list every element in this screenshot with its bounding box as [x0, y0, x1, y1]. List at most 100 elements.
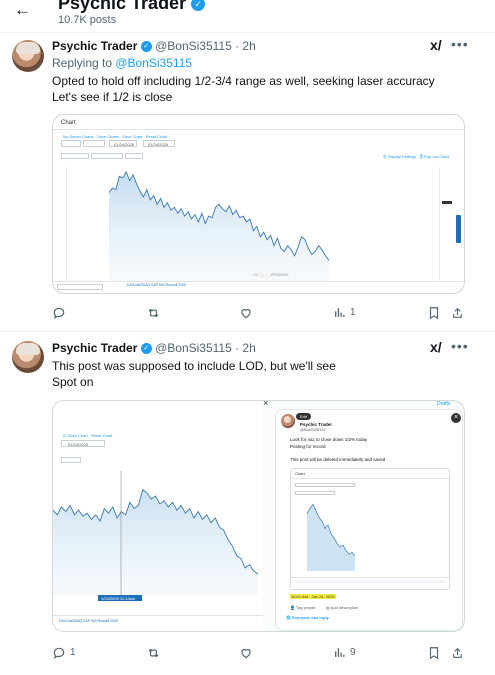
more-options-icon[interactable]: •••: [451, 36, 469, 52]
verified-badge-icon: ✓: [140, 343, 152, 355]
add-description-label: Add description: [330, 605, 359, 610]
display-settings-link[interactable]: ⚙ Display Settings ⎘ Pop-out Chart: [383, 154, 449, 159]
index-ticker: DJIA NASDAQ S&P 500 Russell 2000: [127, 283, 187, 287]
more-options-icon[interactable]: •••: [451, 338, 469, 354]
share-icon: [453, 307, 462, 318]
side-tab[interactable]: [456, 215, 461, 243]
header-divider: [0, 32, 495, 33]
reply-icon: [53, 647, 65, 659]
repost-icon: [148, 648, 159, 658]
reply-button[interactable]: 1: [52, 645, 76, 660]
left-chart-panel: ☑ Save Chart Reset Chart 01/24/2025 1/24…: [53, 401, 263, 631]
interval-select[interactable]: [61, 140, 81, 147]
back-arrow-icon[interactable]: ←: [14, 1, 31, 18]
inner-price-chart: [306, 503, 356, 571]
share-button[interactable]: [451, 645, 464, 660]
reply-icon: [53, 307, 65, 319]
inner-ticker-divider: [291, 577, 451, 578]
drafts-link[interactable]: Drafts: [437, 401, 450, 407]
tweet-divider: [0, 331, 495, 332]
reply-button[interactable]: [52, 305, 70, 320]
comparisons-button[interactable]: [91, 153, 123, 159]
price-area-fill: [109, 171, 329, 281]
grok-icon[interactable]: x/: [430, 37, 442, 53]
author-handle-time[interactable]: @BonSi35115 · 2h: [155, 39, 256, 53]
everyone-reply[interactable]: 🌐 Everyone can reply: [286, 615, 329, 620]
bookmark-button[interactable]: [428, 305, 440, 320]
toolbar-links[interactable]: My Saved Charts Save Charts Save Chart R…: [63, 134, 167, 139]
repost-button[interactable]: [146, 305, 165, 320]
price-area-fill: [53, 489, 258, 596]
compose-modal[interactable]: Edit × Psychic Trader @BonSi35115 Look f…: [275, 409, 463, 631]
events-button[interactable]: [125, 153, 143, 159]
replying-to: Replying to @BonSi35115: [52, 56, 192, 70]
add-description[interactable]: ▤ Add description: [326, 605, 358, 610]
analytics-icon: [335, 648, 345, 658]
close-icon[interactable]: ×: [263, 401, 268, 408]
bookmark-icon: [429, 646, 439, 660]
date-field[interactable]: 01/24/2025: [61, 440, 105, 447]
card-divider: [53, 129, 464, 130]
tweet-2-media[interactable]: ☑ Save Chart Reset Chart 01/24/2025 1/24…: [52, 400, 465, 632]
views-count: 1: [350, 307, 356, 319]
inner-ticker: [295, 580, 445, 583]
inner-toolbar: [295, 483, 355, 487]
zoom-controls[interactable]: [257, 273, 271, 278]
like-button[interactable]: [239, 645, 257, 660]
date-value: 01/24/2025: [68, 442, 89, 447]
avatar[interactable]: [12, 40, 44, 72]
profile-title: Psychic Trader ✓: [58, 0, 206, 14]
tweet-1-media[interactable]: Chart My Saved Charts Save Charts Save C…: [52, 114, 465, 294]
date-from-field[interactable]: 01/24/2025: [109, 140, 137, 147]
views-button[interactable]: 1: [333, 305, 356, 319]
ticker-divider: [53, 615, 263, 616]
repost-button[interactable]: [146, 645, 165, 660]
tweet-1-text-line-1: Opted to hold off including 1/2-3/4 rang…: [52, 74, 435, 88]
tweet-2-text-line-1: This post was supposed to include LOD, b…: [52, 359, 336, 373]
close-icon[interactable]: ×: [451, 413, 461, 423]
events-button[interactable]: [61, 457, 81, 463]
index-ticker: DJIA NASDAQ S&P 500 Russell 2000: [59, 619, 119, 623]
author-handle-time[interactable]: @BonSi35115 · 2h: [155, 341, 256, 355]
tweet-2-text-line-2: Spot on: [52, 375, 94, 389]
date-to-field[interactable]: 01/24/2025: [143, 140, 175, 147]
quote-search-input[interactable]: [57, 284, 103, 290]
author-name[interactable]: Psychic Trader: [52, 341, 137, 355]
avatar[interactable]: [12, 341, 44, 373]
period-select[interactable]: [83, 140, 105, 147]
tag-people[interactable]: 👤 Tag people: [290, 605, 316, 610]
inner-line-2: Posting for record: [290, 444, 326, 449]
share-button[interactable]: [451, 305, 464, 320]
crosshair-label-text: 1/24/2025 11:13am: [101, 596, 136, 601]
tweet-1-text-line-2: Let's see if 1/2 is close: [52, 90, 173, 104]
save-chart-link[interactable]: ☑ Save Chart Reset Chart: [63, 433, 112, 438]
date-from-value: 01/24/2025: [114, 142, 135, 147]
indicators-button[interactable]: [61, 153, 89, 159]
tweet-1-actions: 1: [52, 305, 464, 321]
verified-badge-icon: ✓: [140, 41, 152, 53]
inner-line-3: This post will be deleted immediately an…: [290, 457, 386, 462]
tweet-2-author-line: Psychic Trader ✓ @BonSi35115 · 2h: [52, 341, 256, 355]
verified-badge-icon: ✓: [191, 0, 206, 12]
price-chart-2: [53, 471, 258, 596]
edit-button[interactable]: Edit: [296, 413, 311, 420]
author-name[interactable]: Psychic Trader: [52, 39, 137, 53]
tweet-1-author-line: Psychic Trader ✓ @BonSi35115 · 2h: [52, 39, 256, 53]
inner-chart-title: Chart: [295, 471, 305, 476]
replying-to-link[interactable]: @BonSi35115: [115, 56, 192, 70]
views-button[interactable]: 9: [333, 645, 356, 659]
inner-time: 10:01 AM · Jan 24, 2025: [290, 594, 336, 599]
bookmark-button[interactable]: [428, 645, 440, 660]
inner-chart-card: Chart: [290, 468, 451, 590]
post-count: 10.7K posts: [58, 14, 117, 26]
grok-icon[interactable]: x/: [430, 339, 442, 355]
views-count: 9: [350, 647, 356, 659]
price-chart-1: [108, 170, 330, 281]
price-axis: [439, 167, 440, 282]
last-price-marker: [442, 201, 452, 204]
like-button[interactable]: [239, 305, 257, 320]
reply-count: 1: [70, 647, 76, 659]
drawing-toolbar[interactable]: [61, 167, 67, 279]
everyone-reply-label: Everyone can reply: [292, 615, 329, 620]
heart-icon: [241, 308, 251, 319]
